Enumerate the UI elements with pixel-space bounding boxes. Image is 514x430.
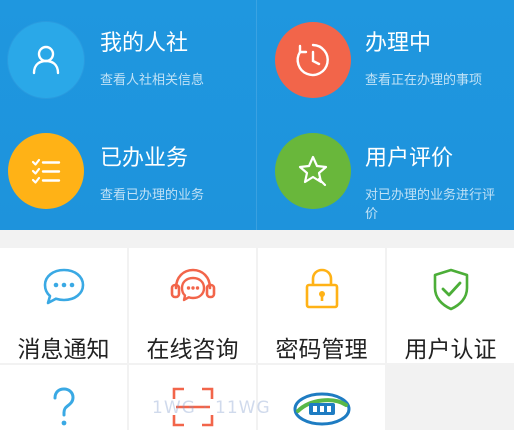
grid-item-online-consult[interactable]: 在线咨询 bbox=[129, 248, 256, 363]
card-desc: 查看正在办理的事项 bbox=[365, 73, 483, 88]
card-title: 办理中 bbox=[365, 31, 432, 56]
question-icon bbox=[48, 385, 80, 429]
app-screen: 我的人社 查看人社相关信息 办理中 查看正在办理的事项 已办业务 查看已办理的业… bbox=[0, 0, 514, 430]
card-desc: 查看已办理的业务 bbox=[100, 188, 205, 203]
card-desc: 对已办理的业务进行评价 bbox=[365, 188, 496, 222]
grid-item-help[interactable] bbox=[0, 365, 127, 430]
quick-entry-panel: 我的人社 查看人社相关信息 办理中 查看正在办理的事项 已办业务 查看已办理的业… bbox=[0, 0, 514, 230]
grid-item-label: 用户认证 bbox=[404, 337, 497, 363]
grid-item-empty bbox=[387, 365, 514, 430]
grid-item-label: 消息通知 bbox=[17, 337, 110, 363]
headset-chat-icon bbox=[168, 264, 218, 310]
clock-icon bbox=[275, 22, 351, 98]
app-logo-icon bbox=[292, 389, 352, 429]
card-title: 用户评价 bbox=[365, 146, 454, 171]
padlock-icon bbox=[302, 266, 342, 310]
grid-item-app-logo[interactable] bbox=[258, 365, 385, 430]
grid-item-password[interactable]: 密码管理 bbox=[258, 248, 385, 363]
chat-bubble-icon bbox=[41, 266, 87, 308]
shield-check-icon bbox=[430, 266, 472, 312]
card-title: 已办业务 bbox=[100, 146, 189, 171]
checklist-icon bbox=[8, 133, 84, 209]
grid-item-label: 在线咨询 bbox=[146, 337, 239, 363]
card-user-review[interactable]: 用户评价 对已办理的业务进行评价 bbox=[257, 115, 514, 230]
card-completed-business[interactable]: 已办业务 查看已办理的业务 bbox=[0, 115, 257, 230]
person-icon bbox=[8, 22, 84, 98]
watermark: 1WG · 11WG bbox=[152, 398, 271, 418]
grid-item-user-auth[interactable]: 用户认证 bbox=[387, 248, 514, 363]
card-in-progress[interactable]: 办理中 查看正在办理的事项 bbox=[257, 0, 514, 115]
card-desc: 查看人社相关信息 bbox=[100, 73, 205, 88]
star-comment-icon bbox=[275, 133, 351, 209]
grid-item-label: 密码管理 bbox=[275, 337, 368, 363]
grid-item-notifications[interactable]: 消息通知 bbox=[0, 248, 127, 363]
card-my-social-security[interactable]: 我的人社 查看人社相关信息 bbox=[0, 0, 257, 115]
card-title: 我的人社 bbox=[100, 31, 189, 56]
